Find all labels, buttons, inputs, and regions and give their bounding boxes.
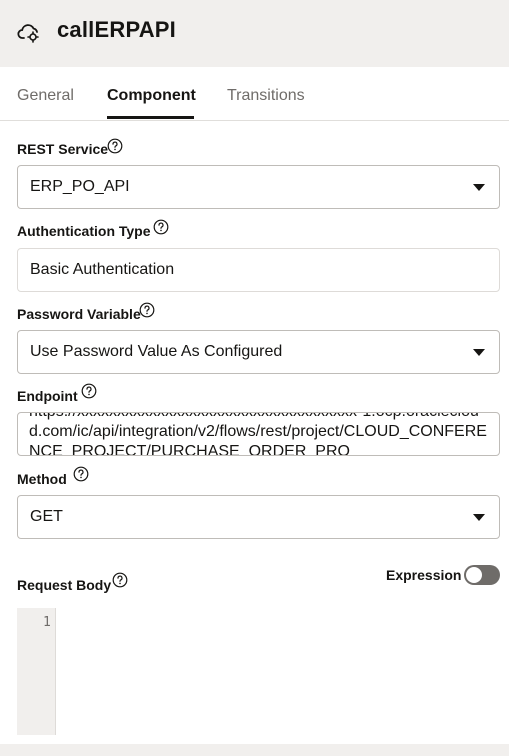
method-select[interactable]: GET — [17, 495, 500, 539]
help-icon[interactable] — [139, 302, 155, 318]
endpoint-value: https://xxxxxxxxxxxxxxxxxxxxxxxxxxxxxxxx… — [29, 413, 487, 456]
panel-footer — [0, 744, 509, 756]
method-value: GET — [30, 508, 63, 525]
auth-type-value: Basic Authentication — [30, 261, 175, 278]
tabs-divider — [0, 120, 509, 121]
rest-service-select[interactable]: ERP_PO_API — [17, 165, 500, 209]
endpoint-textarea[interactable]: https://xxxxxxxxxxxxxxxxxxxxxxxxxxxxxxxx… — [17, 412, 500, 456]
password-variable-value: Use Password Value As Configured — [30, 343, 283, 360]
password-variable-select[interactable]: Use Password Value As Configured — [17, 330, 500, 374]
expression-toggle[interactable] — [464, 565, 500, 585]
password-variable-label: Password Variable — [17, 306, 141, 322]
tab-bar: General Component Transitions — [0, 67, 509, 121]
page-title: callERPAPI — [57, 17, 176, 42]
tab-component[interactable]: Component — [107, 87, 196, 105]
chevron-down-icon — [473, 184, 485, 191]
line-number: 1 — [43, 615, 51, 630]
chevron-down-icon — [473, 514, 485, 521]
rest-service-value: ERP_PO_API — [30, 178, 130, 195]
rest-service-label: REST Service — [17, 141, 109, 157]
help-icon[interactable] — [81, 383, 97, 399]
request-body-label: Request Body — [17, 577, 112, 593]
tab-general[interactable]: General — [17, 87, 74, 105]
auth-type-label: Authentication Type — [17, 223, 151, 239]
editor-gutter: 1 — [17, 608, 56, 735]
expression-label: Expression — [386, 567, 462, 583]
help-icon[interactable] — [107, 138, 123, 154]
help-icon[interactable] — [153, 219, 169, 235]
auth-type-field: Basic Authentication — [17, 248, 500, 292]
request-body-editor[interactable]: 1 — [17, 608, 500, 735]
chevron-down-icon — [473, 349, 485, 356]
help-icon[interactable] — [73, 466, 89, 482]
active-tab-indicator — [107, 116, 194, 119]
toggle-knob — [466, 567, 482, 583]
endpoint-label: Endpoint — [17, 388, 78, 404]
cloud-gear-icon — [17, 24, 39, 43]
tab-transitions[interactable]: Transitions — [227, 87, 305, 105]
help-icon[interactable] — [112, 572, 128, 588]
method-label: Method — [17, 471, 67, 487]
panel-header: callERPAPI — [0, 0, 509, 67]
